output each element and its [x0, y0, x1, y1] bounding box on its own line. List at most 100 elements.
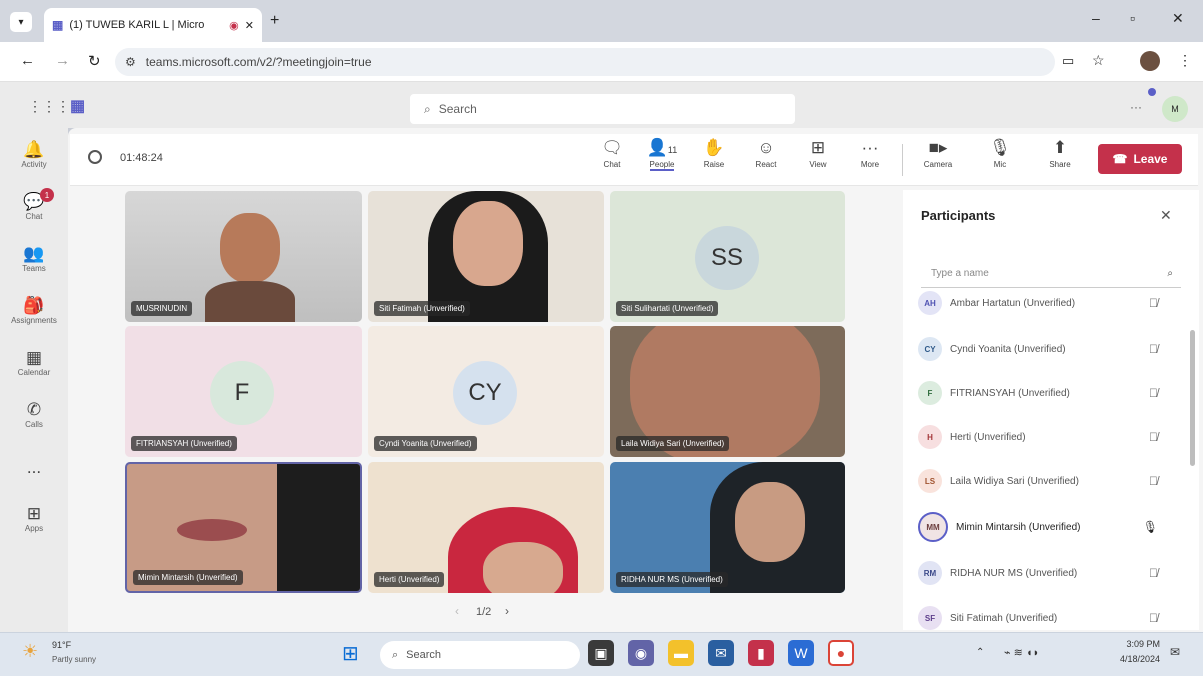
mic-label: Mic — [993, 160, 1007, 169]
video-tile[interactable]: CY Cyndi Yoanita (Unverified) — [368, 326, 604, 457]
chrome-icon[interactable]: ● — [828, 640, 854, 666]
word-icon[interactable]: W — [788, 640, 814, 666]
cast-icon[interactable]: ▭ — [1062, 53, 1074, 69]
participant-row[interactable]: F FITRIANSYAH (Unverified) 🎙̸ — [918, 378, 1168, 408]
video-tile[interactable]: F FITRIANSYAH (Unverified) — [125, 326, 362, 457]
tab-menu-icon[interactable]: ▾ — [10, 12, 32, 32]
task-view-icon[interactable]: ▣ — [588, 640, 614, 666]
url-text: teams.microsoft.com/v2/?meetingjoin=true — [145, 55, 372, 69]
rail-label: Activity — [21, 160, 47, 169]
tab-close-icon[interactable]: ✕ — [245, 19, 254, 32]
share-button[interactable]: ⬆ Share — [1040, 138, 1080, 169]
video-tile[interactable]: Siti Fatimah (Unverified) — [368, 191, 604, 322]
tab-title: (1) TUWEB KARIL L | Micro — [69, 19, 205, 31]
view-button[interactable]: ⊞ View — [798, 138, 838, 169]
next-page-icon[interactable]: › — [505, 604, 509, 618]
video-tile[interactable]: SS Siti Sulihartati (Unverified) — [610, 191, 845, 322]
site-info-icon[interactable]: ⚙ — [125, 55, 136, 69]
view-label: View — [809, 160, 827, 169]
rail-label: Calendar — [17, 368, 51, 377]
user-avatar[interactable]: M — [1162, 96, 1188, 122]
address-bar[interactable]: ⚙ teams.microsoft.com/v2/?meetingjoin=tr… — [115, 48, 1055, 76]
hand-icon: ✋ — [703, 138, 725, 157]
rail-activity[interactable]: 🔔 Activity — [0, 140, 68, 169]
rail-calls[interactable]: ✆ Calls — [0, 400, 68, 429]
new-tab-icon[interactable]: + — [270, 12, 279, 30]
tile-name-label: RIDHA NUR MS (Unverified) — [616, 572, 728, 587]
participant-video — [220, 213, 280, 283]
forward-icon[interactable]: → — [55, 52, 70, 69]
participant-face — [735, 482, 805, 562]
participant-row[interactable]: AH Ambar Hartatun (Unverified) 🎙̸ — [918, 288, 1168, 318]
participant-row[interactable]: CY Cyndi Yoanita (Unverified) 🎙̸ — [918, 334, 1168, 364]
participant-row-speaking[interactable]: MM Mimin Mintarsih (Unverified) 🎙 — [918, 512, 1168, 542]
mic-muted-icon: 🎙̸ — [1149, 430, 1158, 444]
close-panel-icon[interactable]: ✕ — [1160, 207, 1172, 224]
chat-icon: 🗨 — [601, 138, 623, 157]
tray-chevron-icon[interactable]: ⌃ — [976, 647, 984, 658]
people-button[interactable]: 👤11 People — [642, 138, 682, 171]
participant-row[interactable]: SF Siti Fatimah (Unverified) 🎙̸ — [918, 603, 1168, 633]
camera-button[interactable]: ■▸ Camera — [918, 138, 958, 169]
assignments-icon: 🎒 — [23, 296, 45, 315]
leave-button[interactable]: ☎ Leave — [1098, 144, 1182, 174]
participant-row[interactable]: H Herti (Unverified) 🎙̸ — [918, 422, 1168, 452]
rail-apps[interactable]: ⊞ Apps — [0, 504, 68, 533]
tile-name-label: Siti Sulihartati (Unverified) — [616, 301, 719, 316]
browser-menu-icon[interactable]: ⋮ — [1178, 52, 1192, 69]
profile-avatar[interactable] — [1140, 51, 1160, 71]
taskbar-search[interactable]: ⌕ Search — [380, 641, 580, 669]
participant-search-input[interactable]: Type a name ⌕ — [921, 260, 1181, 288]
rail-teams[interactable]: 👥 Teams — [0, 244, 68, 273]
more-dots-icon: ··· — [861, 138, 879, 157]
participant-face — [453, 201, 523, 286]
rail-more[interactable]: ... — [0, 458, 68, 478]
chat-app-icon[interactable]: ◉ — [628, 640, 654, 666]
people-label: People — [649, 160, 675, 171]
participant-face — [483, 542, 563, 593]
minimize-icon[interactable]: – — [1092, 10, 1100, 26]
window-close-icon[interactable]: ✕ — [1172, 10, 1184, 27]
bookmark-star-icon[interactable]: ☆ — [1092, 52, 1105, 69]
video-tile[interactable]: Laila Widiya Sari (Unverified) — [610, 326, 845, 457]
raise-hand-button[interactable]: ✋ Raise — [694, 138, 734, 169]
app-launcher-icon[interactable]: ⋮⋮⋮ — [28, 98, 70, 115]
more-options-icon[interactable]: ··· — [1130, 100, 1142, 114]
notification-center-icon[interactable]: ✉ — [1170, 645, 1180, 659]
mic-button[interactable]: 🎙 Mic — [980, 138, 1020, 169]
windows-start-icon[interactable]: ⊞ — [342, 641, 359, 666]
back-icon[interactable]: ← — [20, 52, 35, 69]
panel-scrollbar[interactable] — [1190, 330, 1195, 466]
video-tile[interactable]: RIDHA NUR MS (Unverified) — [610, 462, 845, 593]
search-placeholder: Search — [438, 102, 477, 116]
reload-icon[interactable]: ↻ — [88, 52, 101, 70]
participant-row[interactable]: LS Laila Widiya Sari (Unverified) 🎙̸ — [918, 466, 1168, 496]
participant-name: Cyndi Yoanita (Unverified) — [950, 343, 1066, 355]
weather-icon[interactable]: ☀ — [22, 641, 38, 662]
participant-avatar: CY — [453, 361, 517, 425]
rail-calendar[interactable]: ▦ Calendar — [0, 348, 68, 377]
browser-tab[interactable]: ▦ (1) TUWEB KARIL L | Micro ◉ ✕ — [44, 8, 262, 42]
tile-name-label: Laila Widiya Sari (Unverified) — [616, 436, 730, 451]
maximize-icon[interactable]: ▫ — [1130, 10, 1135, 26]
tray-status-icons[interactable]: ⌁ ≋ ◖◗ — [1004, 646, 1039, 659]
participant-row[interactable]: RM RIDHA NUR MS (Unverified) 🎙̸ — [918, 558, 1168, 588]
video-tile[interactable]: Herti (Unverified) — [368, 462, 604, 593]
react-button[interactable]: ☺ React — [746, 138, 786, 169]
notification-dot — [1148, 88, 1156, 96]
rail-label: Calls — [25, 420, 43, 429]
mail-icon[interactable]: ✉ — [708, 640, 734, 666]
video-tile-active-speaker[interactable]: Mimin Mintarsih (Unverified) — [125, 462, 362, 593]
file-explorer-icon[interactable]: ▬ — [668, 640, 694, 666]
chat-button[interactable]: 🗨 Chat — [592, 138, 632, 169]
calendar-icon: ▦ — [25, 348, 43, 367]
prev-page-icon[interactable]: ‹ — [455, 604, 459, 618]
video-tile[interactable]: MUSRINUDIN — [125, 191, 362, 322]
tile-name-label: FITRIANSYAH (Unverified) — [131, 436, 237, 451]
rail-chat[interactable]: 💬 Chat — [0, 192, 68, 221]
rail-assignments[interactable]: 🎒 Assignments — [0, 296, 68, 325]
office-app-icon[interactable]: ▮ — [748, 640, 774, 666]
tile-name-label: MUSRINUDIN — [131, 301, 193, 316]
more-button[interactable]: ··· More — [850, 138, 890, 169]
teams-search-input[interactable]: ⌕ Search — [410, 94, 795, 124]
